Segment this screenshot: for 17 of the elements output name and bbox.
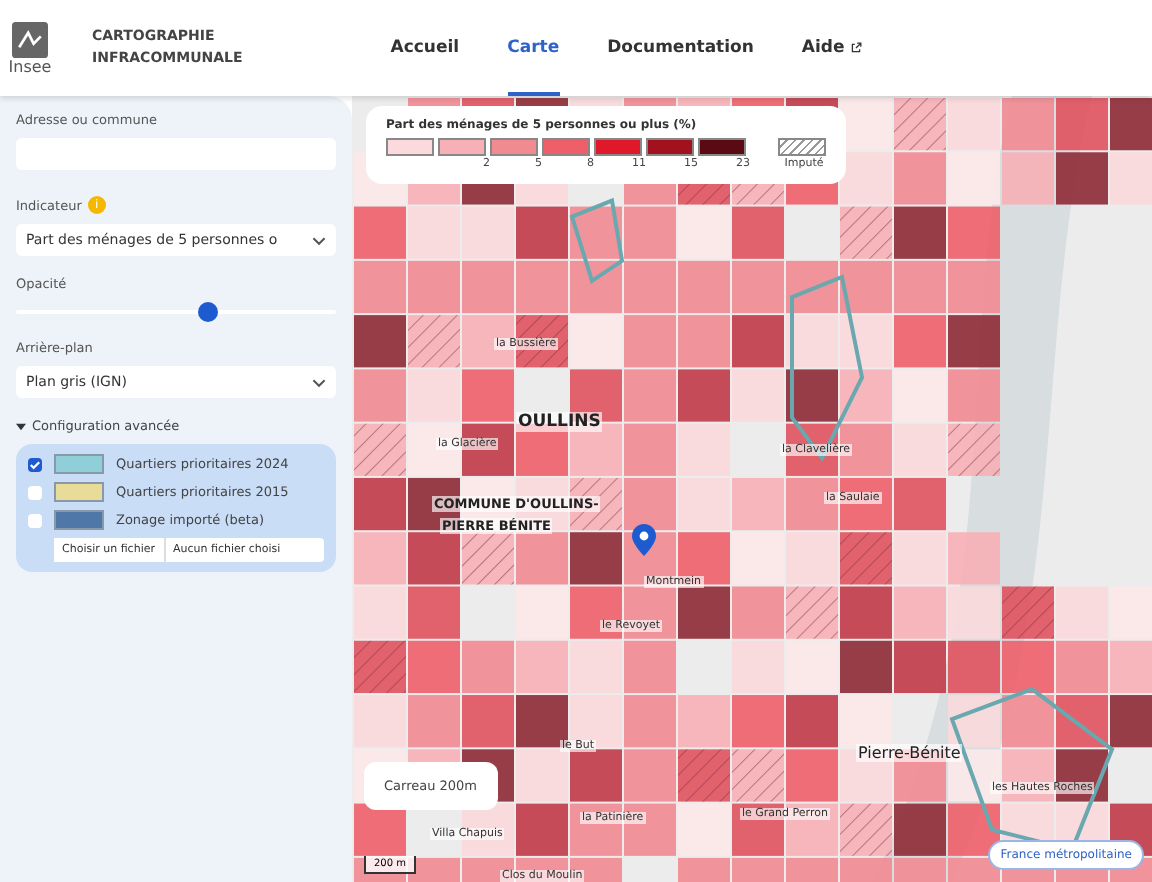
imputed-swatch [778, 138, 826, 156]
nav-tab[interactable]: Aide [801, 0, 863, 96]
checkbox[interactable] [28, 513, 42, 527]
opacity-slider[interactable] [16, 302, 336, 322]
location-pin-icon [632, 524, 656, 556]
checkbox[interactable] [28, 485, 42, 499]
chevron-icon [312, 235, 326, 245]
logo-icon [12, 21, 48, 57]
disclosure-triangle-icon[interactable] [16, 421, 26, 431]
checkbox[interactable] [28, 457, 42, 471]
chevron-icon [312, 377, 326, 387]
logo-text: Insee [8, 57, 52, 75]
place-label: Pierre-Bénite [856, 744, 963, 762]
nav-tab[interactable]: Documentation [607, 0, 754, 96]
place-label: OULLINS [516, 412, 603, 432]
insee-logo[interactable]: Insee [4, 21, 56, 75]
nav-tab[interactable]: Accueil [390, 0, 460, 96]
